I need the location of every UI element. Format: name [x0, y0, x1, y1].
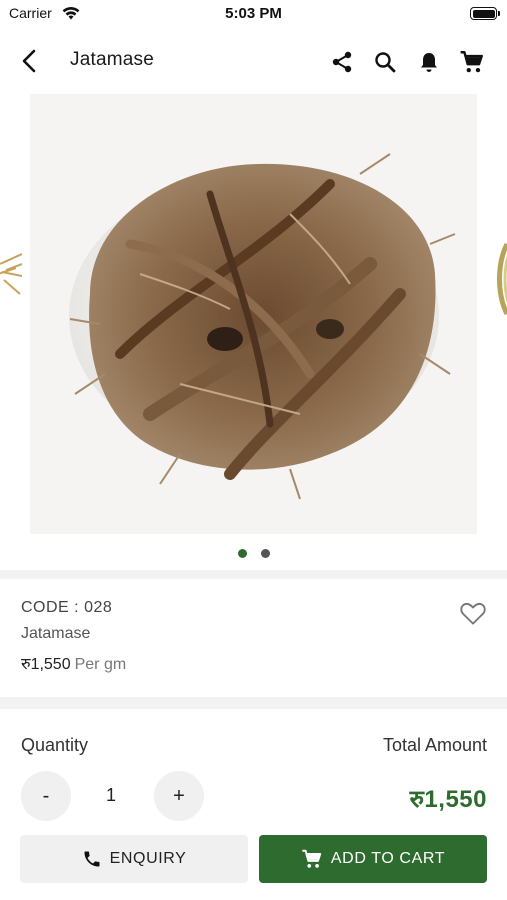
add-to-cart-label: ADD TO CART: [330, 850, 446, 867]
product-image-carousel[interactable]: [0, 94, 507, 570]
share-icon: [332, 51, 352, 73]
search-icon: [375, 52, 396, 73]
carousel-dot[interactable]: [260, 549, 270, 558]
app-bar: Jatamase: [0, 36, 507, 86]
quantity-value: 1: [105, 785, 116, 805]
page-title: Jatamase: [70, 49, 154, 70]
cart-icon: [460, 51, 483, 73]
status-bar: Carrier 5:03 PM: [0, 0, 507, 30]
section-divider: [0, 697, 507, 709]
cart-icon: [302, 849, 322, 868]
decrement-button[interactable]: -: [21, 771, 71, 821]
product-name: Jatamase: [21, 625, 91, 642]
battery-icon: [470, 7, 500, 20]
previous-slide-peek: [0, 253, 22, 295]
product-price: रु1,550: [21, 656, 71, 673]
enquiry-label: ENQUIRY: [109, 850, 187, 867]
quantity-label: Quantity: [21, 735, 89, 755]
search-button[interactable]: [371, 48, 399, 76]
bell-icon: [421, 53, 437, 72]
notifications-button[interactable]: [415, 48, 443, 76]
total-amount: रु1,550: [409, 786, 487, 813]
price-row: रु1,550 Per gm: [21, 652, 126, 674]
share-button[interactable]: [328, 48, 356, 76]
section-divider: [0, 570, 507, 579]
enquiry-button[interactable]: ENQUIRY: [20, 835, 248, 883]
carousel-dots: [0, 549, 507, 558]
product-code: CODE : 028: [21, 599, 113, 616]
cart-button[interactable]: [458, 48, 486, 76]
increment-button[interactable]: +: [154, 771, 204, 821]
favorite-button[interactable]: [458, 598, 488, 628]
total-amount-label: Total Amount: [382, 735, 487, 755]
jatamansi-root-image: [69, 153, 456, 500]
back-button[interactable]: [14, 46, 44, 76]
back-icon: [22, 49, 36, 73]
price-unit: Per gm: [74, 656, 127, 673]
phone-icon: [84, 851, 100, 867]
carousel-dot-active[interactable]: [237, 549, 247, 558]
heart-icon: [460, 602, 486, 625]
clock: 5:03 PM: [225, 5, 282, 22]
add-to-cart-button[interactable]: ADD TO CART: [259, 835, 487, 883]
product-image: [30, 94, 477, 534]
next-slide-peek: [497, 242, 507, 316]
